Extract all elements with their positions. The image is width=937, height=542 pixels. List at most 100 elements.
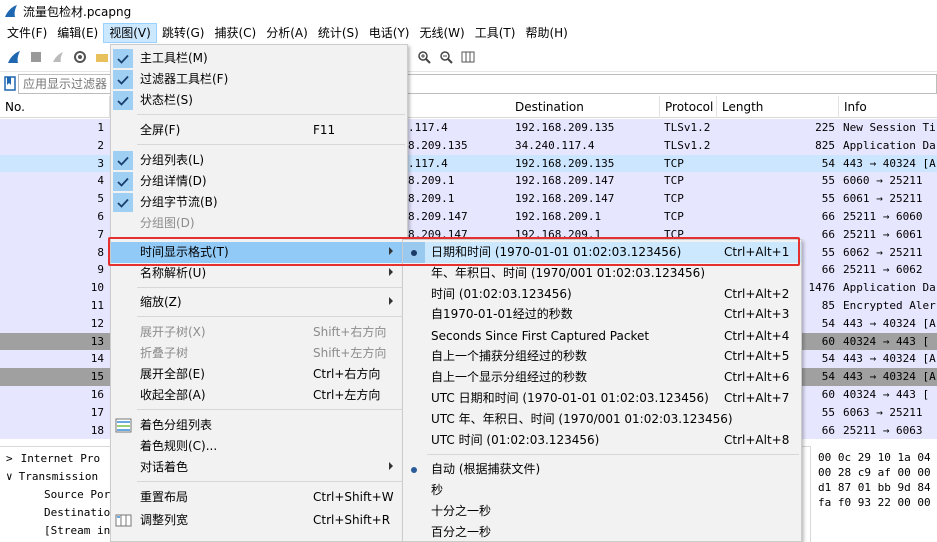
menu-item-status-bar[interactable]: 状态栏(S)	[111, 90, 407, 111]
resize-columns-icon[interactable]	[458, 47, 478, 67]
packet-no: 7	[97, 227, 104, 241]
menu-item-colorize-conversation[interactable]: 对话着色	[111, 457, 407, 478]
menu-analyze[interactable]: 分析(A)	[261, 23, 313, 43]
stop-capture-icon[interactable]	[26, 47, 46, 67]
menu-item-coloring-rules[interactable]: 着色规则(C)...	[111, 436, 407, 457]
checkmark-icon	[113, 70, 133, 89]
column-info[interactable]: Info	[839, 96, 937, 118]
restart-capture-icon[interactable]	[48, 47, 68, 67]
packet-info: 6060 → 25211	[843, 174, 923, 188]
window-title: 流量包检材.pcapng	[23, 4, 132, 19]
menu-item-colorize-packet-list[interactable]: 着色分组列表	[111, 415, 407, 436]
open-file-icon[interactable]	[92, 47, 112, 67]
menu-item-packet-details[interactable]: 分组详情(D)	[111, 171, 407, 192]
submenu-item-utc-date-time[interactable]: UTC 日期和时间 (1970-01-01 01:02:03.123456) Ct…	[403, 388, 801, 409]
start-capture-icon[interactable]	[4, 47, 24, 67]
packet-info: New Session Ti	[843, 121, 936, 134]
menu-item-name-resolution[interactable]: 名称解析(U)	[111, 263, 407, 284]
detail-row-ip[interactable]: > Internet Pro	[6, 450, 100, 468]
menu-item-main-toolbar[interactable]: 主工具栏(M)	[111, 48, 407, 69]
column-destination[interactable]: Destination	[510, 96, 660, 118]
menu-item-filter-toolbar[interactable]: 过滤器工具栏(F)	[111, 69, 407, 90]
submenu-item-precision-seconds[interactable]: 秒	[403, 480, 801, 501]
packet-length: 55	[821, 192, 835, 206]
menu-help[interactable]: 帮助(H)	[520, 23, 572, 43]
bookmark-icon[interactable]	[4, 76, 16, 91]
packet-info: Application Da	[843, 138, 936, 152]
packet-no: 9	[97, 263, 104, 277]
packet-no: 17	[90, 405, 104, 419]
detail-row-source-port[interactable]: Source Por	[44, 486, 110, 504]
menu-item-collapse-all[interactable]: 收起全部(A) Ctrl+左方向	[111, 385, 407, 406]
packet-source: 8.209.135	[408, 138, 468, 152]
submenu-item-seconds-since-epoch[interactable]: 自1970-01-01经过的秒数 Ctrl+Alt+3	[403, 304, 801, 325]
menu-item-expand-all[interactable]: 展开全部(E) Ctrl+右方向	[111, 364, 407, 385]
menu-tools[interactable]: 工具(T)	[470, 23, 521, 43]
packet-info: 6061 → 25211	[843, 192, 923, 206]
hex-line: 00 28 c9 af 00 00	[818, 466, 931, 479]
submenu-item-precision-hundredths[interactable]: 百分之一秒	[403, 522, 801, 542]
packet-no: 16	[90, 388, 104, 401]
menu-wireless[interactable]: 无线(W)	[415, 23, 470, 43]
menu-item-packet-list[interactable]: 分组列表(L)	[111, 150, 407, 171]
menu-item-time-display-format[interactable]: 时间显示格式(T)	[111, 242, 407, 263]
menu-item-resize-columns[interactable]: 调整列宽 Ctrl+Shift+R	[111, 510, 407, 531]
menu-item-packet-diagram[interactable]: 分组图(D)	[111, 213, 407, 234]
packet-destination: 192.168.209.147	[515, 174, 615, 188]
hex-line: fa f0 93 22 00 00	[818, 496, 931, 509]
submenu-item-precision-auto[interactable]: 自动 (根据捕获文件)	[403, 459, 801, 480]
menu-item-collapse-subtrees[interactable]: 折叠子树 Shift+左方向	[111, 343, 407, 364]
time-format-submenu: 日期和时间 (1970-01-01 01:02:03.123456) Ctrl+A…	[402, 239, 802, 542]
packet-source: 8.209.147	[408, 210, 468, 223]
detail-row-destination-port[interactable]: Destinatio	[44, 504, 110, 522]
submenu-item-utc-time[interactable]: UTC 时间 (01:02:03.123456) Ctrl+Alt+8	[403, 430, 801, 451]
menu-item-reset-layout[interactable]: 重置布局 Ctrl+Shift+W	[111, 487, 407, 508]
menu-item-expand-subtrees[interactable]: 展开子树(X) Shift+右方向	[111, 322, 407, 343]
packet-info: 443 → 40324 [A	[843, 370, 936, 384]
menu-separator	[137, 409, 405, 410]
column-no[interactable]: No.	[0, 96, 110, 118]
menu-file[interactable]: 文件(F)	[2, 23, 52, 43]
menu-item-zoom[interactable]: 缩放(Z)	[111, 292, 407, 313]
submenu-arrow-icon	[389, 247, 393, 255]
packet-info: 25211 → 6061	[843, 227, 923, 241]
submenu-item-since-prev-displayed[interactable]: 自上一个显示分组经过的秒数 Ctrl+Alt+6	[403, 367, 801, 388]
menu-capture[interactable]: 捕获(C)	[209, 23, 261, 43]
menu-item-fullscreen[interactable]: 全屏(F) F11	[111, 120, 407, 141]
packet-info: Application Da	[843, 281, 936, 295]
zoom-out-icon[interactable]	[436, 47, 456, 67]
submenu-item-year-doy-time[interactable]: 年、年积日、时间 (1970/001 01:02:03.123456)	[403, 263, 801, 284]
menu-separator	[137, 114, 405, 115]
submenu-arrow-icon	[389, 268, 393, 276]
menu-bar: 文件(F) 编辑(E) 视图(V) 跳转(G) 捕获(C) 分析(A) 统计(S…	[0, 22, 937, 44]
menu-go[interactable]: 跳转(G)	[157, 23, 210, 43]
detail-row-stream-index[interactable]: [Stream in	[44, 522, 110, 540]
column-protocol[interactable]: Protocol	[660, 96, 717, 118]
submenu-item-utc-year-doy-time[interactable]: UTC 年、年积日、时间 (1970/001 01:02:03.123456)	[403, 409, 801, 430]
submenu-item-since-prev-captured[interactable]: 自上一个捕获分组经过的秒数 Ctrl+Alt+5	[403, 346, 801, 367]
submenu-item-precision-tenths[interactable]: 十分之一秒	[403, 501, 801, 522]
column-length[interactable]: Length	[717, 96, 839, 118]
zoom-in-icon[interactable]	[414, 47, 434, 67]
packet-no: 18	[90, 423, 104, 437]
packet-no: 12	[90, 316, 104, 330]
resize-columns-icon	[115, 514, 132, 527]
menu-view[interactable]: 视图(V)	[103, 23, 157, 43]
packet-no: 6	[97, 210, 104, 223]
packet-no: 15	[90, 370, 104, 384]
menu-statistics[interactable]: 统计(S)	[313, 23, 364, 43]
menu-separator	[137, 237, 405, 238]
submenu-item-seconds-since-first[interactable]: Seconds Since First Captured Packet Ctrl+…	[403, 326, 801, 347]
menu-edit[interactable]: 编辑(E)	[52, 23, 103, 43]
packet-bytes-pane[interactable]: 00 0c 29 10 1a 04 00 28 c9 af 00 00 d1 8…	[810, 446, 937, 542]
menu-item-packet-bytes[interactable]: 分组字节流(B)	[111, 192, 407, 213]
capture-options-icon[interactable]	[70, 47, 90, 67]
menu-telephony[interactable]: 电话(Y)	[364, 23, 415, 43]
packet-info: 443 → 40324 [A	[843, 156, 936, 170]
packet-no: 14	[90, 352, 104, 366]
detail-row-tcp[interactable]: ∨ Transmission	[6, 468, 98, 486]
radio-selected-icon	[411, 250, 417, 256]
submenu-item-time-of-day[interactable]: 时间 (01:02:03.123456) Ctrl+Alt+2	[403, 284, 801, 305]
menu-separator	[427, 454, 799, 455]
submenu-item-date-time[interactable]: 日期和时间 (1970-01-01 01:02:03.123456) Ctrl+A…	[403, 242, 801, 263]
